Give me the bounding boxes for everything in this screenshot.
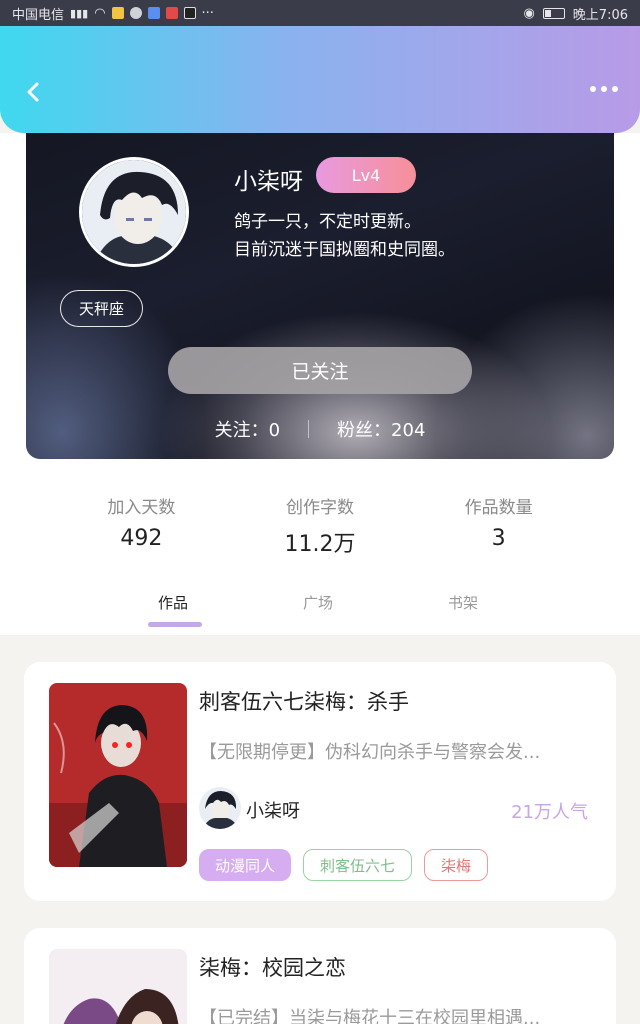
work-cover-image[interactable] [49, 683, 187, 867]
work-description: 【已完结】当柒与梅花十三在校园里相遇... [199, 1008, 541, 1024]
author-name: 小柒呀 [246, 801, 300, 822]
stat-join-days: 加入天数 492 [52, 459, 231, 581]
follow-counts: 关注：0 粉丝：204 [26, 416, 614, 442]
stat-label: 加入天数 [107, 498, 176, 518]
stat-value: 11.2万 [284, 532, 356, 557]
work-title[interactable]: 刺客伍六七柒梅：杀手 [199, 686, 409, 716]
clock-time: 晚上7:06 [572, 7, 628, 23]
tab-works[interactable]: 作品 [158, 592, 188, 613]
bio-line-2: 目前沉迷于国拟圈和史同圈。 [234, 240, 455, 260]
work-title[interactable]: 柒梅：校园之恋 [199, 952, 346, 982]
signal-icon: ▮▮▮ [70, 6, 89, 20]
app-red-icon [165, 7, 178, 19]
level-badge: Lv4 [316, 157, 416, 193]
tab-indicator [148, 622, 202, 627]
eye-icon: ◉ [523, 5, 535, 21]
divider [308, 420, 310, 438]
wifi-icon: ◠ [94, 5, 106, 21]
stat-value: 492 [120, 526, 163, 551]
zodiac-tag[interactable]: 天秤座 [60, 290, 143, 327]
more-dots-icon[interactable] [590, 86, 618, 92]
avatar[interactable] [79, 157, 189, 267]
carrier-label: 中国电信 [12, 7, 65, 23]
work-card[interactable]: 柒梅：校园之恋 【已完结】当柒与梅花十三在校园里相遇... [24, 928, 616, 1024]
tag-list: 动漫同人 刺客伍六七 柒梅 [199, 849, 489, 881]
following-count[interactable]: 关注：0 [215, 416, 280, 442]
profile-card: 小柒呀 Lv4 鸽子一只，不定时更新。 目前沉迷于国拟圈和史同圈。 天秤座 已关… [26, 122, 614, 459]
tag-pairing[interactable]: 柒梅 [424, 849, 489, 881]
work-description: 【无限期停更】伪科幻向杀手与警察会发... [199, 742, 541, 763]
stat-value: 3 [491, 526, 506, 551]
author-avatar [199, 787, 241, 829]
app-notification-icon [111, 7, 124, 19]
header-bar [0, 26, 640, 133]
wechat-icon [129, 7, 142, 19]
stat-works-count: 作品数量 3 [409, 459, 588, 581]
work-card[interactable]: 刺客伍六七柒梅：杀手 【无限期停更】伪科幻向杀手与警察会发... 小柒呀 21万… [24, 662, 616, 901]
tab-bookshelf[interactable]: 书架 [448, 592, 478, 613]
browser-icon [147, 7, 160, 19]
chevron-left-icon[interactable] [22, 80, 46, 104]
tag-anime-fanfic[interactable]: 动漫同人 [199, 849, 292, 881]
followers-count[interactable]: 粉丝：204 [337, 416, 425, 442]
app-dark-icon [183, 7, 196, 19]
popularity-count: 21万人气 [511, 802, 588, 823]
battery-icon [542, 7, 565, 19]
stat-label: 作品数量 [464, 498, 533, 518]
stat-label: 创作字数 [286, 498, 354, 518]
follow-button[interactable]: 已关注 [168, 347, 472, 394]
bio-line-1: 鸽子一只，不定时更新。 [234, 212, 421, 232]
stat-word-count: 创作字数 11.2万 [231, 459, 410, 581]
more-notifications-icon: ··· [201, 5, 214, 21]
tab-square[interactable]: 广场 [303, 592, 333, 613]
status-bar: 中国电信 ▮▮▮ ◠ ··· ◉ 晚上7:06 [0, 0, 640, 26]
work-cover-image[interactable] [49, 949, 187, 1024]
username: 小柒呀 [234, 169, 303, 195]
user-bio: 鸽子一只，不定时更新。 目前沉迷于国拟圈和史同圈。 [234, 208, 455, 264]
tab-bar: 作品 广场 书架 [0, 588, 640, 634]
tag-series[interactable]: 刺客伍六七 [303, 849, 413, 881]
stats-card: 加入天数 492 创作字数 11.2万 作品数量 3 [52, 459, 588, 581]
